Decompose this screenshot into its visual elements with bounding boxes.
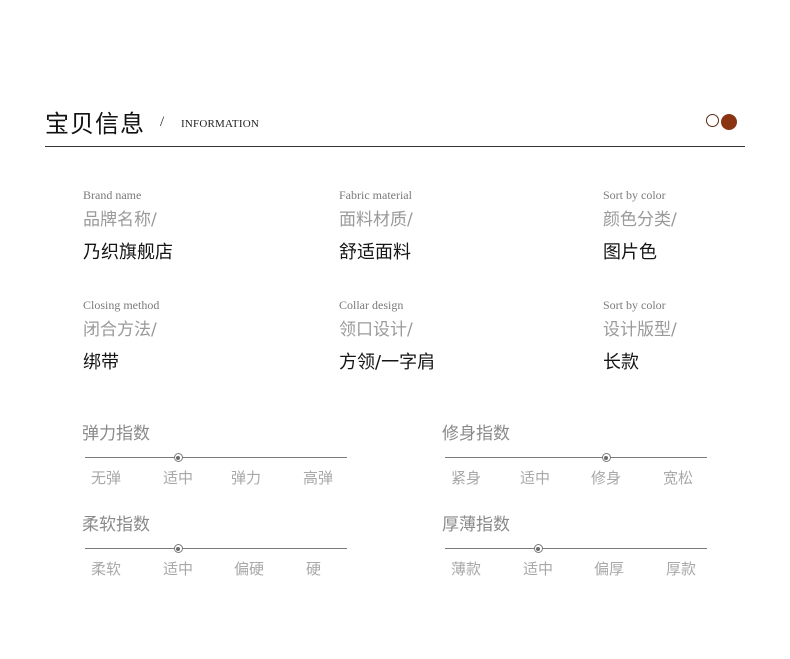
info-label-en: Closing method	[83, 298, 160, 312]
scale-label: 柔软指数	[82, 515, 150, 535]
scale-option: 薄款	[451, 560, 482, 578]
info-label-en: Sort by color	[603, 298, 666, 312]
info-value: 图片色	[603, 242, 657, 263]
softness-index: 柔软指数 柔软 适中 偏硬 硬	[82, 514, 348, 578]
scale-option: 弹力	[231, 469, 262, 487]
section-subtitle: INFORMATION	[181, 118, 259, 130]
info-label-cn: 领口设计/	[339, 320, 413, 340]
info-label-en: Sort by color	[603, 188, 666, 202]
info-value: 方领/一字肩	[339, 352, 436, 373]
info-closing-method: Closing method 闭合方法/ 绑带	[83, 298, 159, 375]
filled-circle-icon	[721, 114, 737, 130]
info-fabric-material: Fabric material 面料材质/ 舒适面料	[339, 188, 413, 265]
scale-track	[85, 457, 347, 458]
info-brand-name: Brand name 品牌名称/ 乃织旗舰店	[83, 188, 173, 265]
scale-option: 无弹	[91, 469, 122, 487]
info-value: 长款	[603, 352, 639, 373]
info-label-en: Collar design	[339, 298, 404, 312]
scale-marker	[533, 544, 543, 553]
info-label-en: Fabric material	[339, 188, 412, 202]
scale-label: 弹力指数	[82, 424, 150, 444]
scale-option: 高弹	[303, 469, 334, 487]
elasticity-index: 弹力指数 无弹 适中 弹力 高弹	[82, 423, 348, 487]
info-label-en: Brand name	[83, 188, 142, 202]
outline-circle-icon	[706, 114, 719, 127]
info-value: 乃织旗舰店	[83, 242, 173, 263]
scale-marker	[601, 453, 611, 462]
header-divider	[45, 146, 745, 147]
info-label-cn: 设计版型/	[603, 320, 677, 340]
scale-option: 厚款	[666, 560, 697, 578]
info-collar-design: Collar design 领口设计/ 方领/一字肩	[339, 298, 435, 375]
info-label-cn: 面料材质/	[339, 210, 413, 230]
scale-option: 适中	[163, 560, 194, 578]
scale-option: 偏厚	[594, 560, 625, 578]
info-label-cn: 品牌名称/	[83, 210, 157, 230]
fit-index: 修身指数 紧身 适中 修身 宽松	[442, 423, 708, 487]
info-value: 绑带	[83, 352, 119, 373]
info-value: 舒适面料	[339, 242, 411, 263]
scale-track	[85, 548, 347, 549]
info-label-cn: 闭合方法/	[83, 320, 157, 340]
scale-marker	[173, 453, 183, 462]
scale-option: 适中	[523, 560, 554, 578]
thickness-index: 厚薄指数 薄款 适中 偏厚 厚款	[442, 514, 708, 578]
scale-label: 修身指数	[442, 424, 510, 444]
scale-option: 紧身	[451, 469, 482, 487]
scale-track	[445, 548, 707, 549]
scale-option: 宽松	[663, 469, 694, 487]
scale-track	[445, 457, 707, 458]
scale-option: 柔软	[91, 560, 122, 578]
scale-option: 硬	[306, 560, 322, 578]
info-color-category: Sort by color 颜色分类/ 图片色	[603, 188, 677, 265]
scale-option: 修身	[591, 469, 622, 487]
scale-option: 适中	[163, 469, 194, 487]
scale-marker	[173, 544, 183, 553]
info-design-fit: Sort by color 设计版型/ 长款	[603, 298, 677, 375]
info-label-cn: 颜色分类/	[603, 210, 677, 230]
title-separator: /	[160, 114, 165, 130]
scale-label: 厚薄指数	[442, 515, 510, 535]
section-title: 宝贝信息	[45, 110, 145, 138]
scale-option: 适中	[520, 469, 551, 487]
scale-option: 偏硬	[234, 560, 265, 578]
